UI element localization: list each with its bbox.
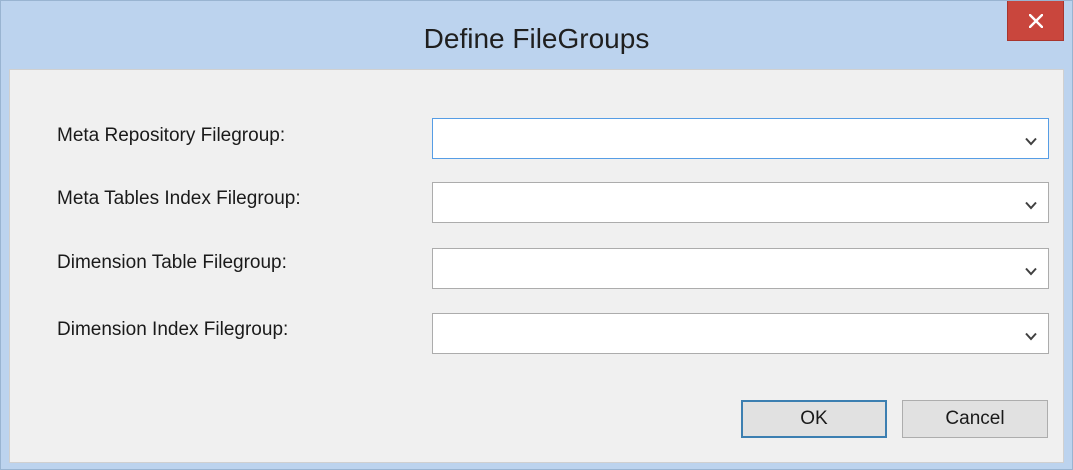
dimension-table-filegroup-label: Dimension Table Filegroup: xyxy=(57,252,287,273)
chevron-down-icon xyxy=(1025,263,1037,281)
dialog-window: Define FileGroups Meta Repository Filegr… xyxy=(0,0,1073,470)
dimension-index-filegroup-select[interactable] xyxy=(432,313,1049,354)
chevron-down-icon xyxy=(1025,133,1037,151)
dialog-body: Meta Repository Filegroup: Meta Tables I… xyxy=(9,69,1064,463)
chevron-down-icon xyxy=(1025,197,1037,215)
title-bar[interactable]: Define FileGroups xyxy=(1,1,1072,69)
cancel-button[interactable]: Cancel xyxy=(902,400,1048,438)
dimension-index-filegroup-label: Dimension Index Filegroup: xyxy=(57,319,289,340)
close-button[interactable] xyxy=(1007,1,1064,41)
meta-repository-filegroup-label: Meta Repository Filegroup: xyxy=(57,125,286,146)
close-icon xyxy=(1028,13,1043,28)
chevron-down-icon xyxy=(1025,328,1037,346)
meta-tables-index-filegroup-label: Meta Tables Index Filegroup: xyxy=(57,188,301,209)
meta-tables-index-filegroup-select[interactable] xyxy=(432,182,1049,223)
ok-button[interactable]: OK xyxy=(741,400,887,438)
meta-repository-filegroup-select[interactable] xyxy=(432,118,1049,159)
dialog-title: Define FileGroups xyxy=(423,23,650,54)
dimension-table-filegroup-select[interactable] xyxy=(432,248,1049,289)
